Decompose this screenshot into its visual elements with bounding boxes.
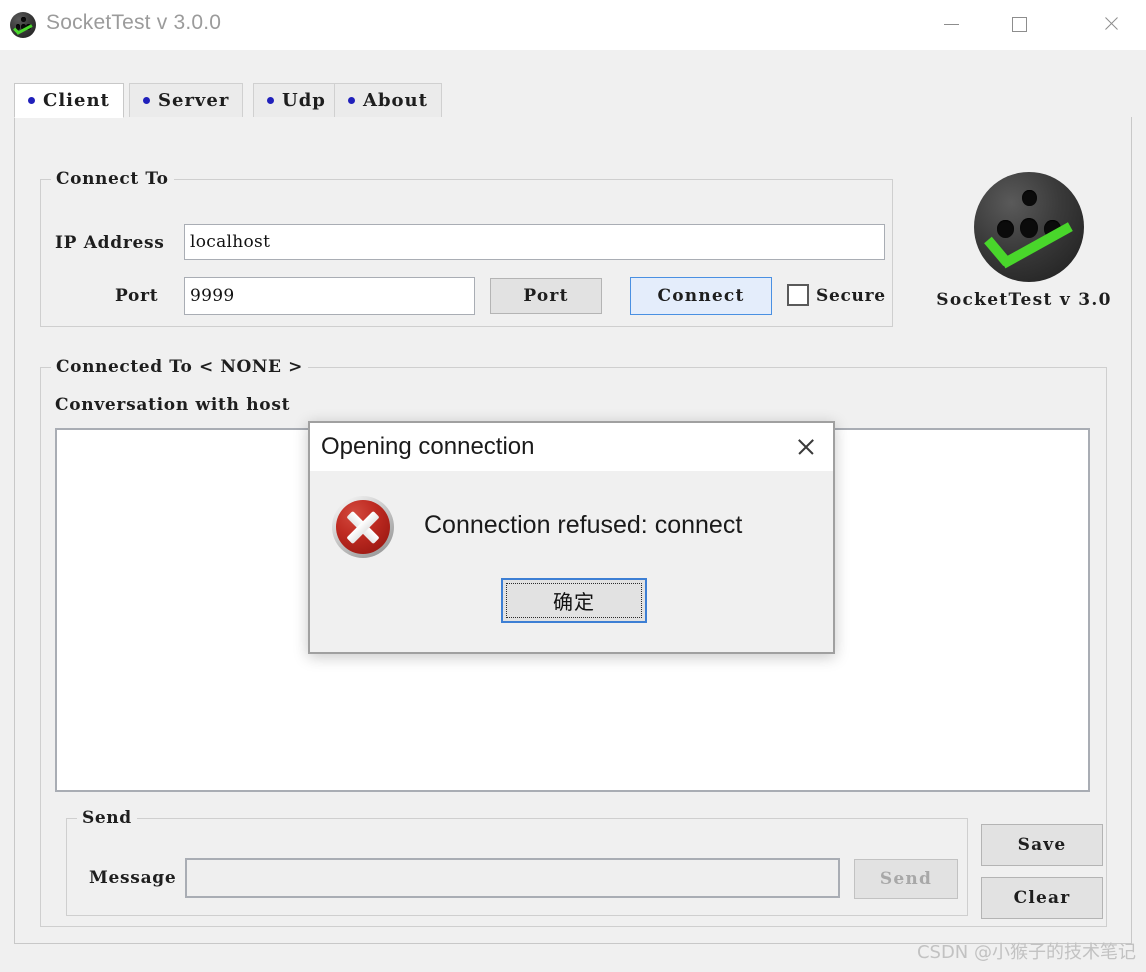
tab-bar: Client Server Udp About — [14, 83, 1132, 118]
dialog-title: Opening connection — [321, 433, 535, 460]
message-input[interactable] — [185, 858, 840, 898]
error-circle-icon — [332, 496, 394, 558]
port-label: Port — [115, 286, 159, 306]
tab-udp[interactable]: Udp — [253, 83, 340, 118]
dialog-titlebar: Opening connection — [310, 423, 833, 471]
bullet-dot-icon — [28, 97, 35, 104]
connect-to-group: Connect To IP Address localhost Port 999… — [40, 169, 893, 327]
dialog-ok-label: 确定 — [506, 583, 642, 618]
connected-to-group-title: Connected To < NONE > — [51, 357, 308, 377]
close-icon — [796, 438, 814, 456]
tab-client-label: Client — [43, 90, 110, 111]
bullet-dot-icon — [143, 97, 150, 104]
send-group: Send Message Send — [66, 808, 968, 916]
watermark-text: CSDN @小猴子的技术笔记 — [916, 942, 1136, 963]
port-input[interactable]: 9999 — [184, 277, 475, 315]
connect-button[interactable]: Connect — [630, 277, 772, 315]
window-title: SocketTest v 3.0.0 — [46, 11, 222, 34]
close-button[interactable] — [1088, 0, 1134, 48]
tab-about[interactable]: About — [334, 83, 442, 118]
secure-checkbox-label: Secure — [816, 286, 886, 306]
tab-server[interactable]: Server — [129, 83, 244, 118]
port-button[interactable]: Port — [490, 278, 602, 314]
dialog-message: Connection refused: connect — [424, 511, 743, 539]
window-titlebar: SocketTest v 3.0.0 — [0, 0, 1146, 51]
opening-connection-dialog: Opening connection Connection refused: c… — [308, 421, 835, 654]
send-group-title: Send — [77, 808, 137, 828]
socket-ball-icon — [974, 172, 1084, 282]
maximize-icon — [1011, 16, 1027, 32]
maximize-button[interactable] — [996, 0, 1042, 48]
tab-client[interactable]: Client — [14, 83, 124, 118]
minimize-icon — [943, 23, 959, 25]
tab-udp-label: Udp — [282, 90, 326, 111]
minimize-button[interactable] — [928, 0, 974, 48]
app-logo-block: SocketTest v 3.0 — [919, 172, 1129, 332]
save-button[interactable]: Save — [981, 824, 1103, 866]
close-icon — [1103, 16, 1119, 32]
message-label: Message — [89, 868, 177, 888]
bullet-dot-icon — [267, 97, 274, 104]
tab-server-label: Server — [158, 90, 230, 111]
dialog-close-button[interactable] — [781, 423, 829, 471]
socket-ball-icon — [10, 12, 36, 38]
bullet-dot-icon — [348, 97, 355, 104]
send-button[interactable]: Send — [854, 859, 958, 899]
clear-button[interactable]: Clear — [981, 877, 1103, 919]
ip-address-label: IP Address — [55, 233, 165, 253]
ip-address-input[interactable]: localhost — [184, 224, 885, 260]
dialog-ok-button[interactable]: 确定 — [501, 578, 647, 623]
tab-about-label: About — [363, 90, 428, 111]
secure-checkbox[interactable] — [787, 284, 809, 306]
app-logo-caption: SocketTest v 3.0 — [936, 290, 1112, 310]
connect-to-group-title: Connect To — [51, 169, 174, 189]
conversation-label: Conversation with host — [55, 395, 291, 415]
